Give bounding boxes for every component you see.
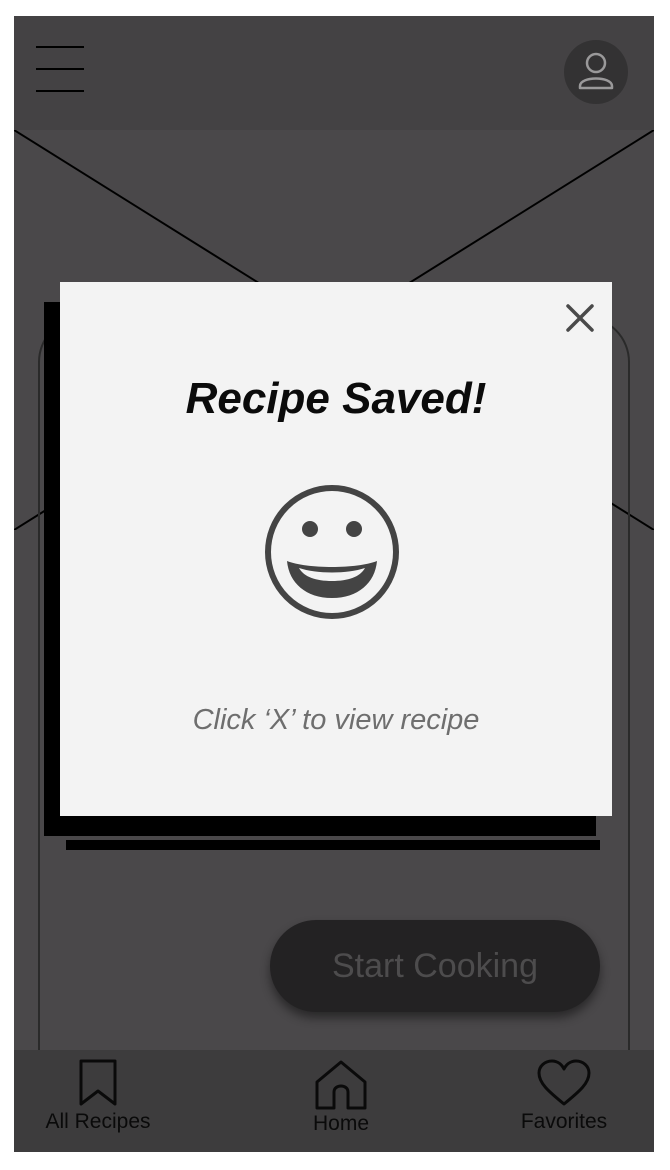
dialog-hint: Click ‘X’ to view recipe <box>192 704 480 736</box>
tab-favorites[interactable]: Favorites <box>474 1050 654 1152</box>
user-profile-icon[interactable] <box>564 40 628 104</box>
bottom-tab-bar: All Recipes Home Favorites <box>14 1050 654 1152</box>
smiley-face-icon <box>265 485 399 619</box>
close-icon[interactable] <box>562 300 598 336</box>
dialog-title: Recipe Saved! <box>185 374 487 423</box>
start-cooking-button[interactable]: Start Cooking <box>270 920 600 1012</box>
menu-line <box>36 46 84 48</box>
bookmark-icon <box>79 1059 117 1106</box>
home-icon <box>315 1060 367 1110</box>
modal-shadow <box>66 840 600 850</box>
app-header <box>14 16 654 130</box>
tab-label: Favorites <box>520 1110 608 1133</box>
hamburger-menu-icon[interactable] <box>36 46 84 92</box>
menu-line <box>36 68 84 70</box>
heart-icon <box>537 1059 591 1106</box>
tab-all-recipes[interactable]: All Recipes <box>14 1050 188 1152</box>
tab-label: Home <box>312 1112 370 1135</box>
tab-home[interactable]: Home <box>251 1050 431 1152</box>
app-screen: Start Cooking All Recipes Home Favorites <box>14 16 654 1152</box>
tab-label: All Recipes <box>45 1110 151 1133</box>
menu-line <box>36 90 84 92</box>
user-silhouette-icon <box>578 52 614 90</box>
recipe-saved-dialog: Recipe Saved! Click ‘X’ to view recipe <box>60 282 612 816</box>
